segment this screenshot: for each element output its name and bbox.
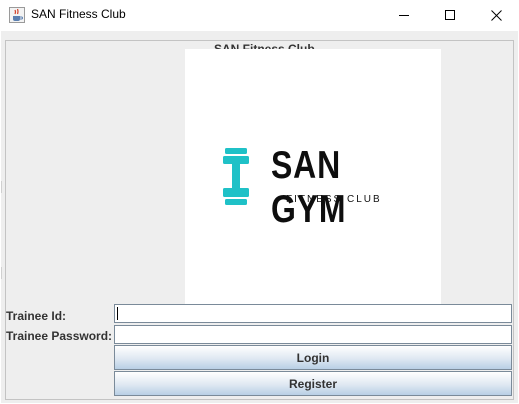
- edge-divider: [1, 267, 2, 279]
- text-caret: [117, 307, 118, 320]
- minimize-button[interactable]: [381, 0, 427, 30]
- login-button[interactable]: Login: [114, 345, 512, 370]
- minimize-icon: [399, 15, 409, 16]
- gym-logo: SAN GYM FITNESS CLUB: [185, 49, 441, 305]
- dumbbell-icon: [223, 148, 249, 205]
- register-button-label: Register: [288, 376, 338, 391]
- trainee-password-input[interactable]: [114, 325, 512, 344]
- window-title: SAN Fitness Club: [31, 7, 126, 21]
- close-icon: [490, 9, 502, 21]
- logo-main-text: SAN GYM: [271, 144, 347, 231]
- maximize-button[interactable]: [427, 0, 473, 30]
- title-bar[interactable]: SAN Fitness Club: [0, 0, 519, 31]
- maximize-icon: [445, 10, 455, 20]
- main-content: SAN Fitness Club SAN GYM FITNESS CLUB Tr…: [1, 31, 518, 403]
- edge-divider: [1, 181, 2, 193]
- register-button[interactable]: Register: [114, 371, 512, 396]
- trainee-id-input[interactable]: [114, 304, 512, 323]
- login-button-label: Login: [296, 350, 330, 365]
- trainee-password-label: Trainee Password:: [6, 329, 113, 343]
- close-button[interactable]: [473, 0, 519, 30]
- java-cup-icon: [9, 7, 25, 23]
- logo-sub-text: FITNESS CLUB: [286, 194, 382, 205]
- trainee-id-label: Trainee Id:: [6, 309, 67, 323]
